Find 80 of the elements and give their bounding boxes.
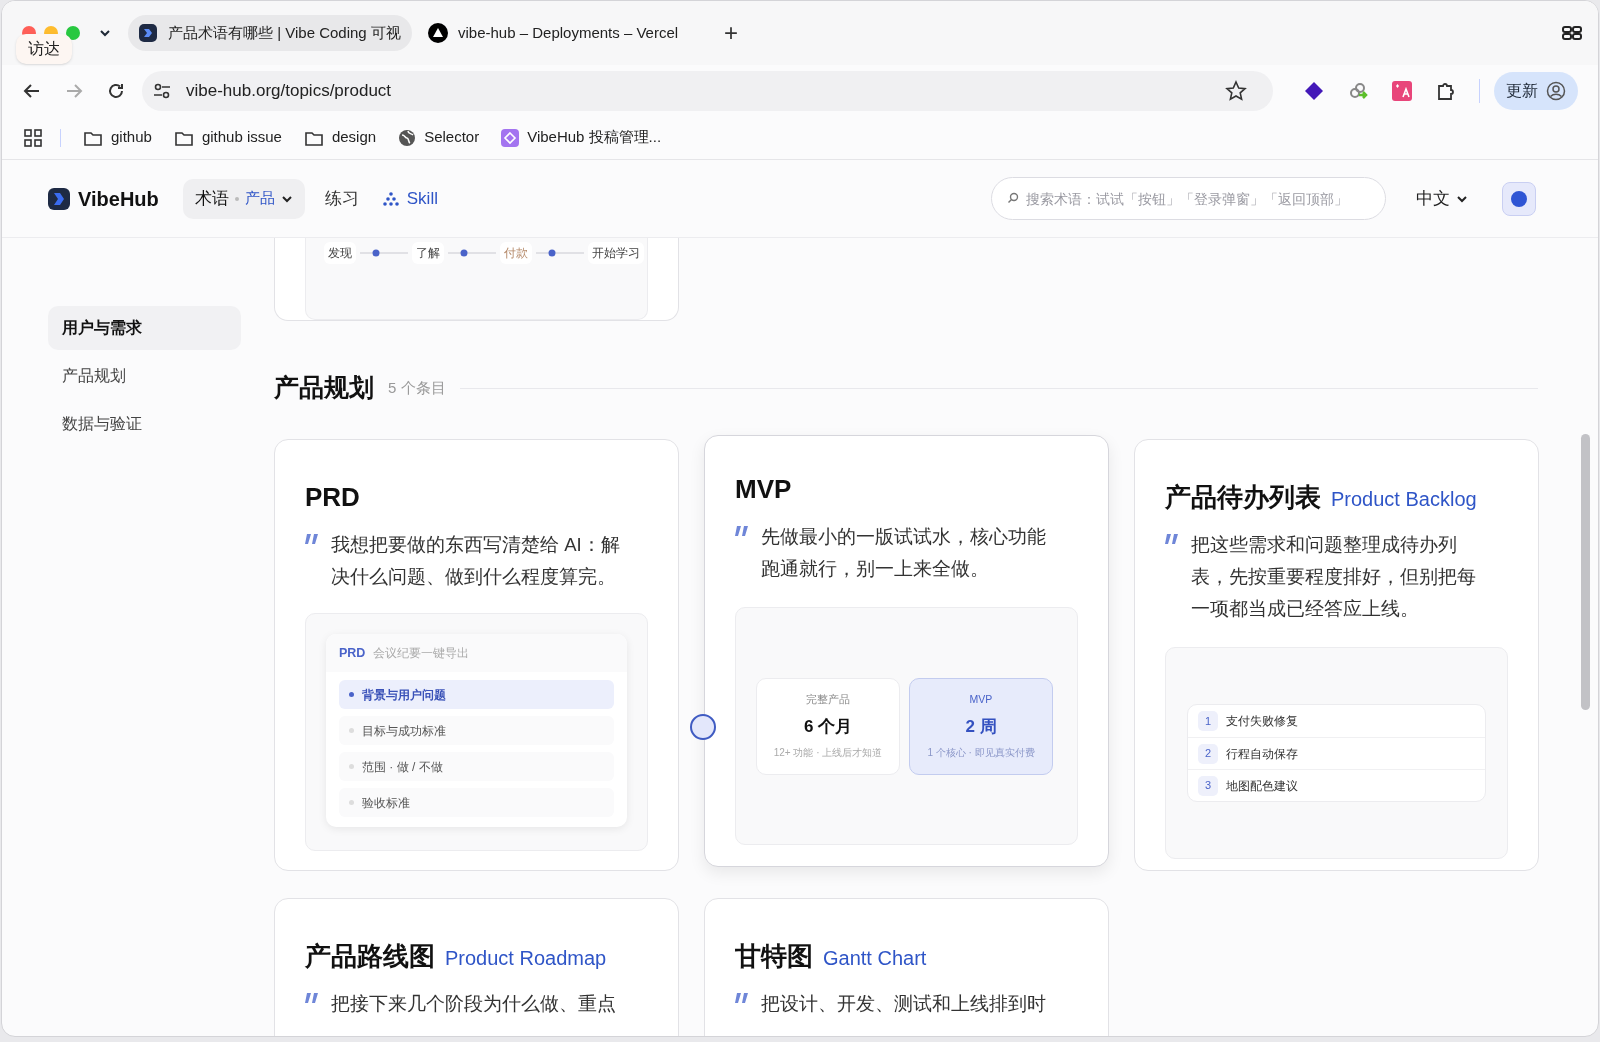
tab-title: 产品术语有哪些 | Vibe Coding 可视 xyxy=(168,22,401,43)
scrollbar-thumb[interactable] xyxy=(1581,434,1590,710)
item-count: 5 个条目 xyxy=(388,377,446,398)
new-tab-button[interactable]: + xyxy=(724,21,738,45)
rank-number: 3 xyxy=(1198,775,1218,796)
bookmark[interactable]: Selector xyxy=(398,126,480,149)
english-term: Product Roadmap xyxy=(445,946,607,971)
star-icon[interactable] xyxy=(1225,79,1247,102)
apps-grid-icon[interactable] xyxy=(24,128,42,147)
bookmark[interactable]: github xyxy=(83,126,152,149)
quote-icon xyxy=(735,992,749,1004)
sidebar-item[interactable]: 产品规划 xyxy=(48,354,241,398)
backlog-item: 支付失败修复 xyxy=(1226,713,1298,730)
app-icon xyxy=(501,128,520,147)
term-card[interactable]: MVP 先做最小的一版试试水，核心功能跑通就行，别一上来全做。 完整产品 6 个月 12+ 功能 · 上线后才知道 MVP 2 周 1 个核心 · 即见真实付费 xyxy=(704,435,1109,867)
step-label: 发现 xyxy=(324,242,356,264)
rank-number: 1 xyxy=(1198,711,1218,731)
doc-tag: PRD xyxy=(339,643,366,663)
comparison-tile: 完整产品 6 个月 12+ 功能 · 上线后才知道 xyxy=(756,677,900,775)
quote-icon xyxy=(1165,533,1179,545)
step-label: 开始学习 xyxy=(588,242,644,264)
language-select[interactable]: 中文 xyxy=(1416,185,1468,212)
diamond-icon[interactable] xyxy=(1303,79,1325,102)
card-title: PRD xyxy=(305,481,360,514)
step-label: 付款 xyxy=(500,242,532,264)
tooltip: 访达 xyxy=(16,34,72,64)
browser-tab[interactable]: 产品术语有哪些 | Vibe Coding 可视 xyxy=(128,15,412,51)
sidebar-item[interactable]: 数据与验证 xyxy=(48,402,241,446)
sidebar-item[interactable]: 用户与需求 xyxy=(48,306,241,350)
url-text: vibe-hub.org/topics/product xyxy=(186,79,393,102)
doc-section: 范围 · 做 / 不做 xyxy=(339,752,614,781)
bookmark[interactable]: VibeHub 投稿管理... xyxy=(501,126,662,149)
term-card[interactable]: PRD 我想把要做的东西写清楚给 AI：解决什么问题、做到什么程度算完。 PRD 会议纪要一键导出 背景与用户问题 目标与成功标准 范围 · 做 / 不做 验收标准 xyxy=(274,439,679,871)
globe-icon xyxy=(398,128,417,147)
rank-number: 2 xyxy=(1198,743,1218,764)
bookmark[interactable]: github issue xyxy=(173,126,282,149)
bookmark[interactable]: design xyxy=(303,126,377,149)
backlog-item: 行程自动保存 xyxy=(1226,745,1298,763)
nav-link[interactable]: 练习 xyxy=(312,178,371,219)
card-quote: 把这些需求和问题整理成待办列表，先按重要程度排好，但别把每一项都当成已经答应上线。 xyxy=(1191,533,1477,621)
english-term: Gantt Chart xyxy=(823,946,927,971)
search-field[interactable]: 搜索术语：试试「按钮」「登录弹窗」「返回顶部」 xyxy=(991,177,1386,220)
logo-icon xyxy=(48,187,70,210)
dots-pyramid-icon xyxy=(382,191,399,206)
step-label: 了解 xyxy=(412,242,444,264)
comparison-tile: MVP 2 周 1 个核心 · 即见真实付费 xyxy=(909,677,1053,775)
backlog-item: 地图配色建议 xyxy=(1226,777,1298,795)
update-button[interactable]: 更新 xyxy=(1494,71,1578,110)
doc-section: 验收标准 xyxy=(339,788,614,817)
card-quote: 先做最小的一版试试水，核心功能跑通就行，别一上来全做。 xyxy=(761,525,1047,581)
card-quote: 我想把要做的东西写清楚给 AI：解决什么问题、做到什么程度算完。 xyxy=(331,533,621,589)
logo-icon xyxy=(138,23,158,43)
tab-title: vibe-hub – Deployments – Vercel xyxy=(458,22,679,43)
quote-icon xyxy=(305,992,319,1004)
nav-dropdown[interactable]: 术语 产品 xyxy=(182,178,305,219)
search-icon xyxy=(1007,192,1019,204)
card-title: 产品路线图 xyxy=(305,940,435,973)
term-card[interactable]: 产品路线图 Product Roadmap 把接下来几个阶段为什么做、重点 xyxy=(274,898,679,1036)
doc-section: 目标与成功标准 xyxy=(339,716,614,745)
circle-handle[interactable] xyxy=(690,714,716,740)
quote-icon xyxy=(305,533,319,545)
card-quote: 把设计、开发、测试和上线排到时 xyxy=(761,992,1047,1016)
quote-icon xyxy=(735,525,749,537)
term-card[interactable]: 甘特图 Gantt Chart 把设计、开发、测试和上线排到时 xyxy=(704,898,1109,1036)
profile-icon xyxy=(1546,80,1566,101)
doc-subtitle: 会议纪要一键导出 xyxy=(373,645,470,662)
card-title: 产品待办列表 xyxy=(1165,481,1321,514)
doc-section: 背景与用户问题 xyxy=(339,680,614,709)
card-quote: 把接下来几个阶段为什么做、重点 xyxy=(331,992,617,1016)
translate-icon[interactable] xyxy=(1391,79,1413,102)
address-bar[interactable]: vibe-hub.org/topics/product xyxy=(142,70,1273,111)
card-title: 甘特图 xyxy=(735,940,813,973)
english-term: Product Backlog xyxy=(1331,487,1477,512)
term-card[interactable]: 产品待办列表 Product Backlog 把这些需求和问题整理成待办列表，先按重要程度排好，但别把每一项都当成已经答应上线。 1 支付失败修复 2 行程自动保存 3 地图配色建议 xyxy=(1134,439,1539,871)
theme-button[interactable] xyxy=(1502,181,1536,216)
logo-text[interactable]: VibeHub xyxy=(78,183,159,214)
section-title: 产品规划 xyxy=(274,372,374,404)
nav-link[interactable]: Skill xyxy=(370,178,450,219)
browser-tab[interactable]: vibe-hub – Deployments – Vercel xyxy=(418,15,708,51)
card-title: MVP xyxy=(735,473,792,506)
